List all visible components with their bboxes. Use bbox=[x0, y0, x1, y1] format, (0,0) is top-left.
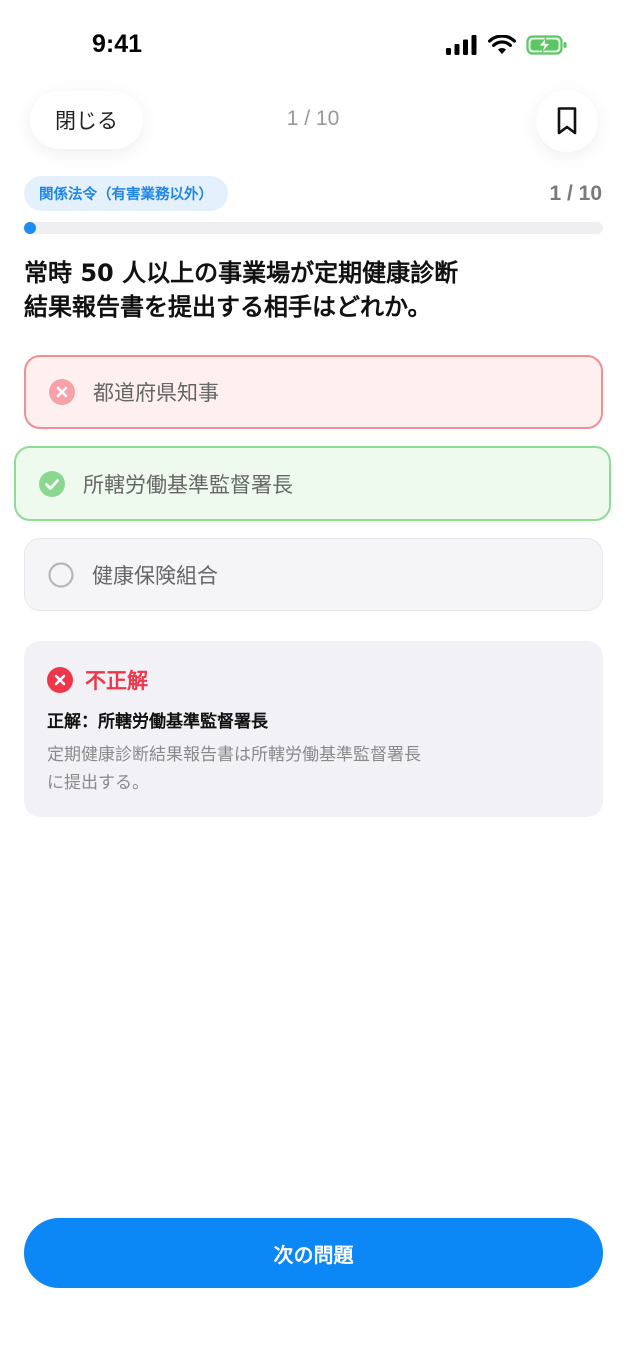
bookmark-button[interactable] bbox=[536, 90, 598, 152]
question-line: 結果報告書を提出する相手はどれか。 bbox=[24, 293, 432, 321]
option-label: 健康保険組合 bbox=[92, 563, 218, 588]
option-label: 所轄労働基準監督署長 bbox=[83, 472, 293, 497]
status-time: 9:41 bbox=[92, 30, 143, 58]
bookmark-icon bbox=[557, 107, 577, 135]
radio-empty-icon bbox=[48, 561, 74, 588]
feedback-header: 不正解 bbox=[47, 665, 148, 695]
progress-bar bbox=[24, 222, 603, 234]
feedback-result: 不正解 bbox=[85, 669, 148, 693]
progress-bar-fill bbox=[24, 222, 36, 234]
status-bar: 9:41 bbox=[0, 0, 626, 92]
feedback-panel: 不正解 正解：所轄労働基準監督署長 定期健康診断結果報告書は所轄労働基準監督署長… bbox=[24, 641, 603, 817]
explanation-line: 定期健康診断結果報告書は所轄労働基準監督署長 bbox=[47, 745, 421, 765]
battery-charging-icon bbox=[526, 35, 567, 55]
question-counter: 1 / 10 bbox=[286, 107, 340, 130]
wrong-mark-icon bbox=[49, 379, 75, 405]
check-mark-icon bbox=[39, 470, 65, 497]
next-question-button[interactable]: 次の問題 bbox=[24, 1218, 603, 1288]
correct-answer: 正解：所轄労働基準監督署長 bbox=[47, 712, 268, 732]
wifi-icon bbox=[488, 35, 516, 54]
question-text: 常時 50 人以上の事業場が定期健康診断 結果報告書を提出する相手はどれか。 bbox=[24, 256, 584, 324]
cellular-signal-icon bbox=[446, 35, 477, 55]
incorrect-icon bbox=[47, 667, 73, 693]
progress-count: 1 / 10 bbox=[549, 182, 602, 205]
explanation: 定期健康診断結果報告書は所轄労働基準監督署長 に提出する。 bbox=[47, 741, 527, 797]
option-wrong[interactable]: 都道府県知事 bbox=[24, 355, 603, 429]
status-icons bbox=[446, 34, 568, 56]
category-badge: 関係法令（有害業務以外） bbox=[24, 176, 228, 211]
quiz-screen: 9:41 閉じる 1 / 10 関係法令（有害業務以外） 1 / 10 常時 5… bbox=[0, 0, 626, 1360]
option-unselected[interactable]: 健康保険組合 bbox=[24, 538, 603, 611]
option-label: 都道府県知事 bbox=[93, 381, 219, 405]
option-correct[interactable]: 所轄労働基準監督署長 bbox=[14, 446, 611, 521]
explanation-line: に提出する。 bbox=[47, 773, 149, 793]
question-line: 常時 50 人以上の事業場が定期健康診断 bbox=[24, 259, 459, 287]
